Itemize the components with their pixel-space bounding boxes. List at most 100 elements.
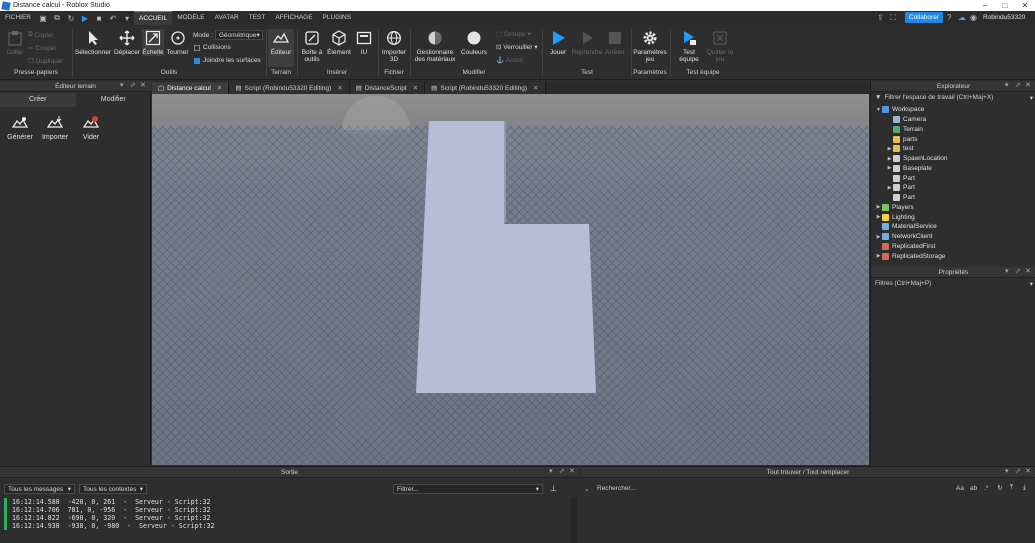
expand-arrow-icon[interactable]: ▼	[875, 107, 882, 113]
tab-view[interactable]: AFFICHAGE	[270, 11, 317, 25]
close-icon[interactable]: ✕	[1025, 467, 1031, 475]
close-icon[interactable]: ✕	[533, 84, 538, 92]
tab-home[interactable]: ACCUEIL	[134, 11, 173, 25]
ui-button[interactable]: IU	[355, 29, 373, 56]
join-surfaces-toggle[interactable]: Joindre les surfaces	[194, 57, 261, 64]
explorer-item[interactable]: Part	[871, 193, 915, 203]
search-input[interactable]: Rechercher...	[597, 485, 636, 492]
explorer-item[interactable]: ▶ NetworkClient	[871, 232, 932, 242]
expand-arrow-icon[interactable]: ▶	[875, 234, 882, 240]
select-tool-button[interactable]: Sélectionner	[74, 29, 112, 56]
collaborate-button[interactable]: Collaborer	[905, 12, 943, 23]
close-button[interactable]: ✕	[1015, 0, 1035, 11]
3d-viewport[interactable]	[152, 94, 869, 465]
username-label[interactable]: Robindu53320	[983, 14, 1025, 21]
close-icon[interactable]: ✕	[413, 84, 418, 92]
pin-icon[interactable]: ⬀	[130, 81, 136, 89]
scale-tool-button[interactable]: Échelle	[142, 29, 164, 56]
expand-arrow-icon[interactable]: ▶	[875, 214, 882, 220]
close-icon[interactable]: ✕	[337, 84, 342, 92]
tab-modify[interactable]: Modifier	[76, 93, 152, 107]
explorer-item[interactable]: ▶ Players	[871, 203, 914, 213]
tab-test[interactable]: TEST	[244, 11, 271, 25]
messages-filter-dropdown[interactable]: Tous les messages ▾	[4, 484, 75, 494]
close-icon[interactable]: ✕	[140, 81, 146, 89]
explorer-item[interactable]: ▼ Workspace	[871, 105, 924, 115]
tab-model[interactable]: MODÈLE	[172, 11, 209, 25]
collapse-all-icon[interactable]: ⤒	[1010, 484, 1013, 492]
expand-arrow-icon[interactable]: ▶	[875, 253, 882, 259]
collisions-toggle[interactable]: Collisions	[194, 44, 231, 51]
move-tool-button[interactable]: Déplacer	[113, 29, 141, 56]
close-icon[interactable]: ✕	[217, 84, 222, 92]
element-button[interactable]: Élément	[326, 29, 352, 56]
doc-tab-script-1[interactable]: ▤ Script (Robindu53320 Editing) ✕	[229, 82, 350, 94]
copy-button[interactable]: ⧉ Copier	[28, 31, 54, 39]
stop-button[interactable]: Arrêter	[603, 29, 627, 56]
group-button[interactable]: ⬚ Groupe ▾	[496, 30, 531, 39]
generate-tool[interactable]: Générer	[3, 115, 37, 141]
anchor-button[interactable]: ⚓ Ancré	[496, 56, 523, 65]
doc-tab-distance-script[interactable]: ▤ DistanceScript ✕	[349, 82, 426, 94]
explorer-item[interactable]: ▶ test	[871, 144, 913, 154]
dropdown-icon[interactable]: ▾	[1005, 467, 1009, 475]
expand-all-icon[interactable]: ⤓	[1023, 484, 1026, 492]
close-icon[interactable]: ✕	[569, 467, 575, 475]
pin-icon[interactable]: ⬀	[1015, 81, 1021, 89]
explorer-item[interactable]: ReplicatedFirst	[871, 242, 935, 252]
output-scrollbar[interactable]	[571, 497, 577, 543]
duplicate-button[interactable]: ❐ Dupliquer	[28, 57, 63, 66]
expand-arrow-icon[interactable]: ▶	[886, 185, 893, 191]
refresh-icon[interactable]: ↻	[66, 13, 76, 23]
minimize-button[interactable]: –	[975, 0, 995, 11]
dropdown-icon[interactable]: ▾	[549, 467, 553, 475]
collisions-checkbox[interactable]	[194, 44, 200, 51]
clear-output-icon[interactable]: ⊥	[550, 484, 557, 493]
collapse-ribbon-icon[interactable]: ⛶	[890, 13, 896, 23]
play-button[interactable]: Jouer	[546, 29, 570, 56]
refresh-search-icon[interactable]: ↻	[997, 484, 1003, 492]
explorer-item[interactable]: ▶ Part	[871, 183, 915, 193]
explorer-filter-input[interactable]: ▼ Filtrer l'espace de travail (Ctrl+Maj+X…	[875, 94, 1033, 102]
team-test-button[interactable]: Test équipe	[675, 29, 703, 63]
tab-plugins[interactable]: PLUGINS	[318, 11, 357, 25]
explorer-item[interactable]: parts	[871, 134, 917, 144]
explorer-item[interactable]: ▶ Baseplate	[871, 164, 932, 174]
properties-filter-input[interactable]: Filtres (Ctrl+Maj+P) ▾	[875, 280, 1033, 288]
help-icon[interactable]: ?	[947, 13, 951, 22]
expand-replace-icon[interactable]: ⌄	[584, 485, 590, 493]
share-icon[interactable]: ⇪	[877, 13, 884, 22]
pin-icon[interactable]: ⬀	[1015, 467, 1021, 475]
pin-icon[interactable]: ⬀	[559, 467, 565, 475]
expand-arrow-icon[interactable]: ▶	[886, 146, 893, 152]
doc-tab-script-2[interactable]: ▤ Script (Robindu53320 Editing) ✕	[425, 82, 546, 94]
play-quick-icon[interactable]: ▶	[80, 13, 90, 23]
close-icon[interactable]: ✕	[1025, 81, 1031, 89]
expand-arrow-icon[interactable]: ▶	[875, 204, 882, 210]
expand-arrow-icon[interactable]: ▶	[886, 156, 893, 162]
import-3d-button[interactable]: Importer 3D	[380, 29, 408, 63]
dropdown-icon[interactable]: ▾	[1005, 81, 1009, 89]
clear-tool[interactable]: Vider	[74, 115, 108, 141]
user-icon[interactable]: ◉	[970, 13, 977, 22]
cloud-icon[interactable]: ☁	[958, 13, 966, 22]
match-case-toggle[interactable]: Aa	[956, 485, 964, 492]
paste-button[interactable]: Coller	[4, 29, 26, 56]
explorer-item[interactable]: ▶ ReplicatedStorage	[871, 251, 945, 261]
colors-button[interactable]: Couleurs	[460, 29, 488, 56]
part-shape[interactable]	[152, 94, 869, 465]
save-icon[interactable]: ▣	[38, 13, 48, 23]
resume-button[interactable]: Reprendre	[571, 29, 603, 56]
explorer-item[interactable]: ▶ Lighting	[871, 212, 915, 222]
whole-word-toggle[interactable]: ab	[970, 485, 977, 492]
game-settings-button[interactable]: Paramètres jeu	[633, 29, 667, 63]
regex-toggle[interactable]: .*	[984, 485, 988, 492]
expand-arrow-icon[interactable]: ▶	[886, 165, 893, 171]
lock-button[interactable]: ⊡ Verrouiller ▾	[496, 43, 538, 52]
dropdown-icon[interactable]: ▾	[120, 81, 124, 89]
explorer-item[interactable]: MaterialService	[871, 222, 937, 232]
rotate-tool-button[interactable]: Tourner	[165, 29, 190, 56]
toolbox-button[interactable]: Boîte à outils	[299, 29, 325, 63]
output-filter-input[interactable]: Filtrer... ▾	[393, 484, 543, 494]
terrain-editor-button[interactable]: Éditeur	[268, 29, 294, 67]
